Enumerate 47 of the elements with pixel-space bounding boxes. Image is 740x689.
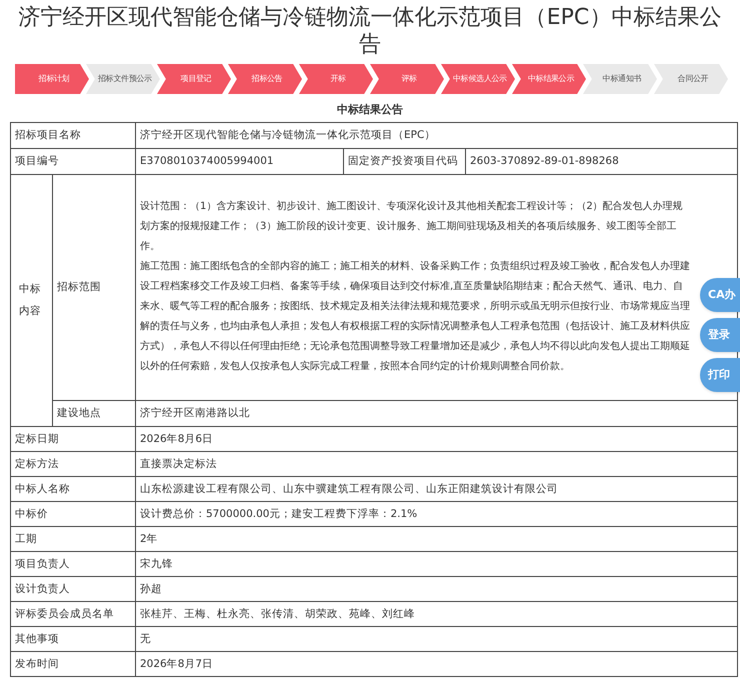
progress-step[interactable]: 招标文件预公示 [86,64,160,94]
table-caption: 中标结果公告 [337,102,403,118]
field-value: 设计费总价：5700000.00元；建安工程费下浮率：2.1% [136,501,738,526]
field-value: 山东松源建设工程有限公司、山东中骥建筑工程有限公司、山东正阳建筑设计有限公司 [136,476,738,501]
field-label: 项目负责人 [10,551,136,576]
field-value: 无 [136,626,738,651]
field-label: 中标价 [10,501,136,526]
field-value: 宋九锋 [136,551,738,576]
field-label: 招标项目名称 [10,122,136,148]
field-value: 济宁经开区南港路以北 [136,400,738,426]
field-label: 工期 [10,526,136,551]
field-value: 2026年8月6日 [136,426,738,451]
field-label: 定标方法 [10,451,136,476]
field-label: 建设地点 [52,400,136,426]
side-button[interactable]: 打印 [700,358,740,392]
field-label: 中标人名称 [10,476,136,501]
field-label: 招标范围 [52,174,136,400]
field-value: 2603-370892-89-01-898268 [466,148,738,174]
field-value: E3708010374005994001 [136,148,344,174]
progress-step[interactable]: 开标 [299,64,373,94]
side-button[interactable]: CA办 [700,278,740,312]
field-value: 孙超 [136,576,738,601]
field-label: 设计负责人 [10,576,136,601]
progress-step[interactable]: 评标 [370,64,444,94]
field-label: 固定资产投资项目代码 [344,148,466,174]
progress-step[interactable]: 中标结果公示 [512,64,586,94]
field-label: 发布时间 [10,651,136,676]
progress-step[interactable]: 合同公开 [654,64,728,94]
progress-step[interactable]: 中标通知书 [583,64,657,94]
field-value: 济宁经开区现代智能仓储与冷链物流一体化示范项目（EPC） [136,122,738,148]
scope-paragraph: 设计范围：（1）含方案设计、初步设计、施工图设计、专项深化设计及其他相关配套工程设计等；（2）配合发包人办理规划方案的报规报建工作；（3）施工阶段的设计变更、设计服务、施工期间驻现场及相关的各项后续服务、竣工图等全部工作。 [140,200,684,254]
field-label: 评标委员会成员名单 [10,601,136,626]
field-value: 2年 [136,526,738,551]
side-button[interactable]: 登录 [700,318,740,352]
field-label: 项目编号 [10,148,136,174]
field-label: 定标日期 [10,426,136,451]
field-label: 中标内容 [10,174,52,426]
scope-paragraph: 施工范围：施工图纸包含的全部内容的施工；施工相关的材料、设备采购工作；负责组织过程及竣工验收，配合发包人办理建设工程档案移交工作及竣工归档、备案等手续，确保项目达到交付标准,直至质量缺陷期结束；配合天然气、通讯、电力、自来水、暖气等工程的配合服务；按图纸、技术规定及相关法律法规和规范要求，所明示或虽无明示但按行业、市场常规应当理解的责任与义务，也均由承包人承担；发包人有权根据工程的实际情况调整承包人工程承包范围（包括设计、施工及材料供应方式），承包人不得以任何理由拒绝；无论承包范围调整导致工程量增加还是减少，承包人均不得以此向发包人提出工期顺延以外的任何索赔，发包人仅按承包人实际完成工程量，按照本合同约定的计价规则调整合同价款。 [140,260,691,374]
field-label: 其他事项 [10,626,136,651]
progress-step[interactable]: 招标计划 [15,64,89,94]
field-value: 张桂芹、王梅、杜永亮、张传清、胡荣政、苑峰、刘红峰 [136,601,738,626]
field-value: 直接票决定标法 [136,451,738,476]
progress-step[interactable]: 招标公告 [228,64,302,94]
progress-step[interactable]: 项目登记 [157,64,231,94]
page-title: 济宁经开区现代智能仓储与冷链物流一体化示范项目（EPC）中标结果公告 [18,4,722,58]
progress-step[interactable]: 中标候选人公示 [441,64,515,94]
field-value: 2026年8月7日 [136,651,738,676]
